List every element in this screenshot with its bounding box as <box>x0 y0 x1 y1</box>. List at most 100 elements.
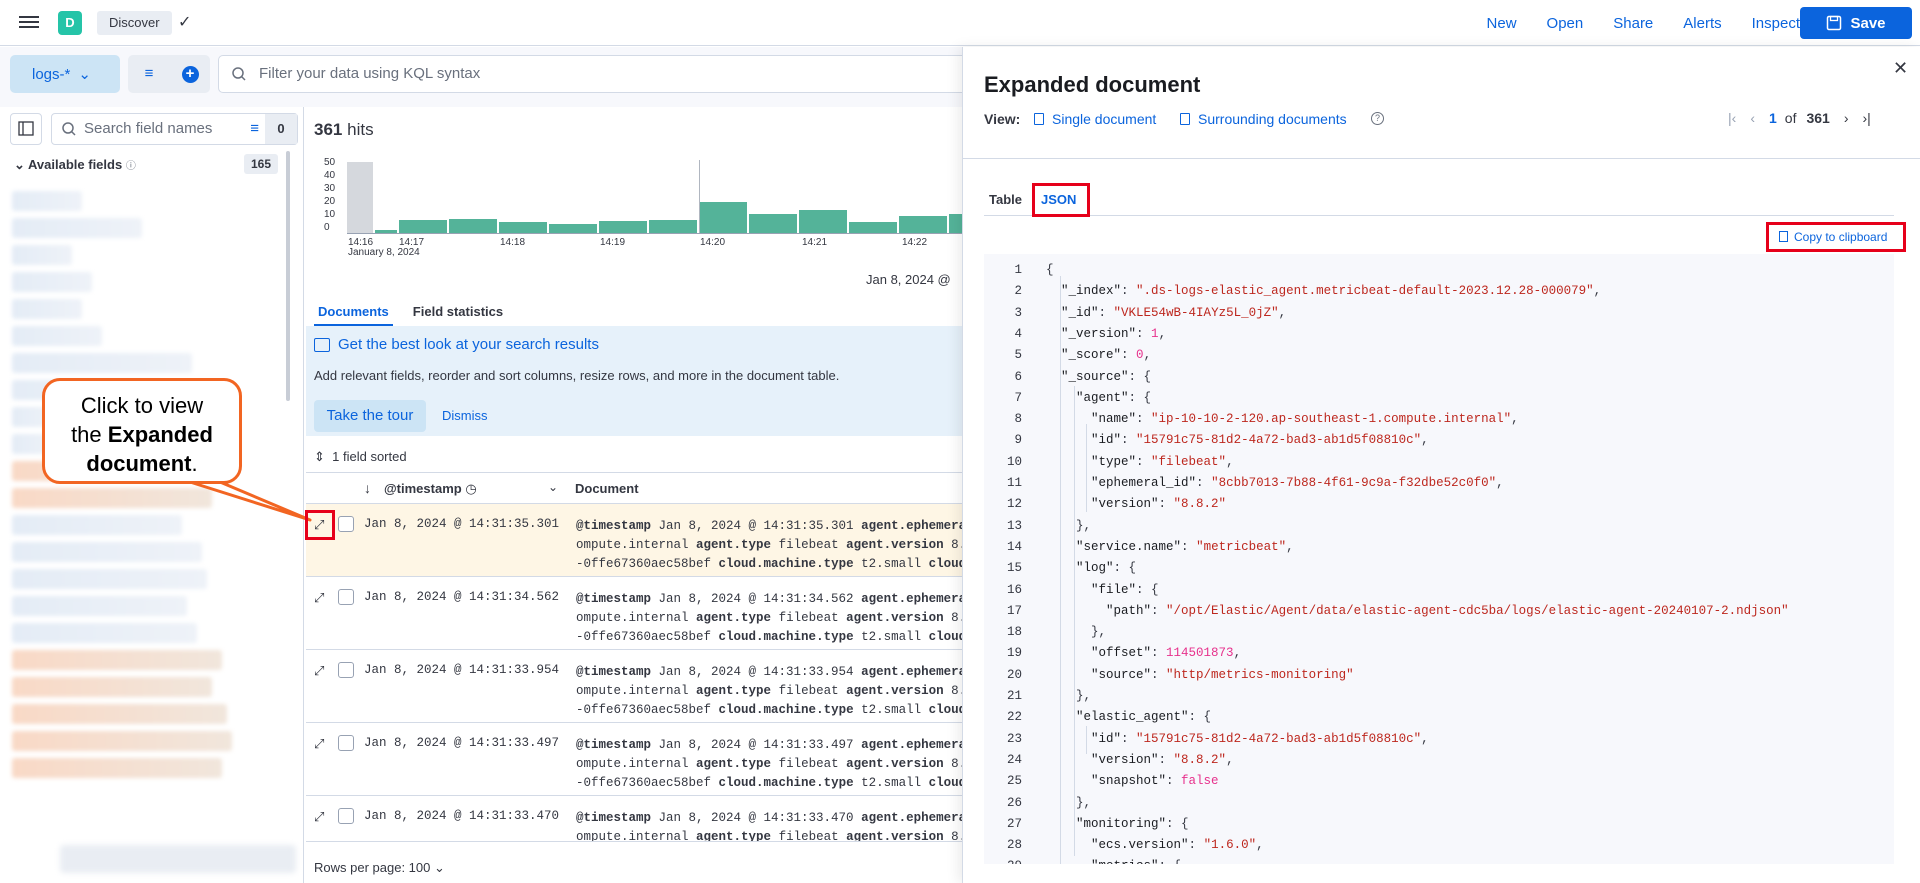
column-header-timestamp[interactable]: @timestamp ◷ <box>384 481 477 497</box>
expand-icon[interactable]: ⤢ <box>314 590 324 606</box>
field-item[interactable] <box>12 218 142 238</box>
tab-table[interactable]: Table <box>989 192 1022 207</box>
field-search-input[interactable]: Search field names ≡ 0 <box>51 113 298 145</box>
filter-menu-button[interactable]: ≡ <box>128 55 170 93</box>
last-page-icon[interactable]: ›| <box>1863 110 1871 126</box>
sort-desc-icon[interactable]: ↓ <box>364 480 371 496</box>
expand-icon[interactable]: ⤢ <box>314 736 324 752</box>
histogram-bar[interactable] <box>949 214 962 233</box>
doc-key: agent.ephemeral_ <box>861 665 962 679</box>
indent-guide <box>1060 276 1061 864</box>
histogram-bar[interactable] <box>700 202 747 233</box>
json-text: "elastic_agent": { <box>1076 710 1212 725</box>
open-link[interactable]: Open <box>1547 15 1584 32</box>
line-number: 3 <box>1014 305 1022 320</box>
expand-icon[interactable]: ⤢ <box>314 809 324 825</box>
line-number: 5 <box>1014 348 1022 363</box>
doc-value: ompute.internal <box>576 830 689 842</box>
field-item[interactable] <box>12 191 82 211</box>
histogram-bar[interactable] <box>599 221 647 233</box>
histogram-bar[interactable] <box>347 162 373 233</box>
histogram-bar[interactable] <box>799 210 847 233</box>
first-page-icon[interactable]: |‹ <box>1728 110 1736 126</box>
sidebar-scrollbar[interactable] <box>286 151 290 401</box>
histogram-bar[interactable] <box>399 220 447 233</box>
dismiss-button[interactable]: Dismiss <box>442 408 488 423</box>
alerts-link[interactable]: Alerts <box>1683 15 1721 32</box>
current-page[interactable]: 1 <box>1769 110 1777 126</box>
rows-per-page[interactable]: Rows per page: 100 ⌄ <box>314 860 445 876</box>
tab-field-statistics[interactable]: Field statistics <box>409 298 507 326</box>
histogram-bar[interactable] <box>499 222 547 233</box>
share-link[interactable]: Share <box>1613 15 1653 32</box>
data-view-picker[interactable]: logs-* ⌄ <box>10 55 120 93</box>
view-all-fields-button[interactable] <box>60 845 296 873</box>
kql-search-input[interactable]: Filter your data using KQL syntax <box>218 55 978 93</box>
prev-page-icon[interactable]: ‹ <box>1750 110 1755 126</box>
histogram-bar[interactable] <box>899 216 947 233</box>
field-item[interactable] <box>12 272 92 292</box>
save-button[interactable]: Save <box>1800 7 1912 39</box>
row-checkbox[interactable] <box>338 808 354 824</box>
inspect-link[interactable]: Inspect <box>1752 15 1800 32</box>
doc-value: filebeat <box>778 538 839 552</box>
surrounding-documents-link[interactable]: Surrounding documents <box>1180 111 1347 127</box>
json-code-block[interactable]: 1{2 "_index": ".ds-logs-elastic_agent.me… <box>984 254 1894 864</box>
menu-icon[interactable] <box>19 13 39 31</box>
table-row[interactable]: ⤢ Jan 8, 2024 @ 14:31:33.497 @timestamp Ja… <box>306 723 962 796</box>
table-row[interactable]: ⤢ Jan 8, 2024 @ 14:31:33.470 @timestamp Ja… <box>306 796 962 842</box>
chevron-down-icon[interactable]: ⌄ <box>548 480 558 494</box>
field-item[interactable] <box>12 731 232 751</box>
add-filter-button[interactable]: + <box>170 55 210 93</box>
field-item[interactable] <box>12 353 192 373</box>
tab-documents[interactable]: Documents <box>314 298 393 326</box>
field-item[interactable] <box>12 623 197 643</box>
breadcrumb[interactable]: Discover <box>97 11 172 35</box>
take-tour-button[interactable]: Take the tour <box>314 400 426 432</box>
histogram-bar[interactable] <box>549 224 597 233</box>
new-link[interactable]: New <box>1487 15 1517 32</box>
filter-icon[interactable]: ≡ <box>250 114 259 144</box>
field-item[interactable] <box>12 569 207 589</box>
doc-value: filebeat <box>778 684 839 698</box>
json-line: 9 "id": "15791c75-81d2-4a72-bad3-ab1d5f0… <box>984 430 1894 451</box>
close-icon[interactable]: ✕ <box>1893 58 1908 79</box>
field-item[interactable] <box>12 542 202 562</box>
single-document-link[interactable]: Single document <box>1034 111 1156 127</box>
histogram-bar[interactable] <box>649 220 697 233</box>
row-checkbox[interactable] <box>338 735 354 751</box>
field-item[interactable] <box>12 596 187 616</box>
line-number: 16 <box>1006 582 1022 597</box>
row-checkbox[interactable] <box>338 589 354 605</box>
available-fields-header[interactable]: ⌄ Available fields ⓘ <box>14 157 136 173</box>
histogram-bar[interactable] <box>449 219 497 233</box>
row-checkbox[interactable] <box>338 516 354 532</box>
field-item[interactable] <box>12 650 222 670</box>
field-item[interactable] <box>12 704 227 724</box>
field-item[interactable] <box>12 677 212 697</box>
copy-to-clipboard-button[interactable]: Copy to clipboard <box>1766 222 1906 252</box>
info-icon[interactable]: ? <box>1371 112 1384 125</box>
row-checkbox[interactable] <box>338 662 354 678</box>
chevron-down-icon[interactable]: ✓ <box>178 12 191 32</box>
field-item[interactable] <box>12 326 102 346</box>
histogram-bar[interactable] <box>849 222 897 233</box>
field-item[interactable] <box>12 758 222 778</box>
table-row[interactable]: ⤢ Jan 8, 2024 @ 14:31:34.562 @timestamp Ja… <box>306 577 962 650</box>
field-item[interactable] <box>12 299 82 319</box>
expand-icon[interactable]: ⤢ <box>314 663 324 679</box>
json-text: "id": "15791c75-81d2-4a72-bad3-ab1d5f088… <box>1091 731 1429 746</box>
field-item[interactable] <box>12 245 72 265</box>
column-header-document[interactable]: Document <box>575 481 639 496</box>
space-avatar[interactable]: D <box>58 11 82 35</box>
next-page-icon[interactable]: › <box>1844 110 1849 126</box>
sort-indicator[interactable]: ⇕ 1 field sorted <box>314 449 407 465</box>
table-row[interactable]: ⤢ Jan 8, 2024 @ 14:31:33.954 @timestamp Ja… <box>306 650 962 723</box>
sidebar-toggle-button[interactable] <box>10 113 42 145</box>
table-row[interactable]: ⤢ Jan 8, 2024 @ 14:31:35.301 @timestamp Ja… <box>306 504 962 577</box>
histogram-bar[interactable] <box>749 214 797 233</box>
json-line: 25 "snapshot": false <box>984 771 1894 792</box>
json-line: 1{ <box>984 260 1894 281</box>
doc-key: agent.type <box>696 538 772 552</box>
line-number: 28 <box>1006 838 1022 853</box>
